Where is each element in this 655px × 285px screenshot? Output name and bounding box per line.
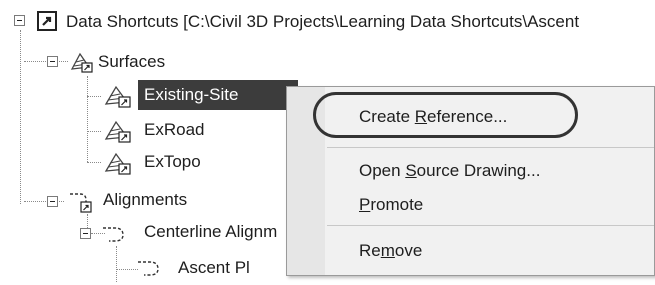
tree-item-existing-site[interactable]: Existing-Site	[144, 85, 238, 105]
tree-item-alignments[interactable]: Alignments	[103, 190, 187, 210]
surface-shortcut-icon	[103, 84, 135, 113]
tree-guide	[116, 246, 117, 282]
alignment-icon	[136, 256, 168, 285]
menu-item-remove[interactable]: Remove	[359, 241, 422, 261]
highlight-ring	[313, 92, 578, 138]
tree-guide	[87, 131, 101, 132]
menu-separator	[327, 225, 654, 226]
tree-item-surfaces[interactable]: Surfaces	[98, 52, 165, 72]
tree-guide	[24, 201, 64, 202]
tree-guide	[87, 162, 101, 163]
surface-shortcut-icon	[103, 151, 135, 180]
tree-item-centerline-alignments[interactable]: Centerline Alignm	[144, 222, 277, 242]
collapse-toggle[interactable]	[47, 196, 58, 207]
collapse-toggle[interactable]	[80, 228, 91, 239]
menu-item-promote[interactable]: Promote	[359, 195, 423, 215]
tree-guide	[24, 61, 68, 62]
collapse-toggle[interactable]	[14, 15, 25, 26]
data-shortcuts-root-icon	[37, 11, 57, 36]
tree-item-data-shortcuts[interactable]: Data Shortcuts [C:\Civil 3D Projects\Lea…	[66, 12, 579, 32]
surface-shortcut-icon	[70, 51, 94, 78]
alignment-icon	[101, 222, 133, 251]
tree-guide	[20, 30, 21, 204]
menu-item-open-source-drawing[interactable]: Open Source Drawing...	[359, 161, 540, 181]
tree-item-ascent-pl[interactable]: Ascent Pl	[178, 258, 250, 278]
surface-shortcut-icon	[103, 119, 135, 148]
tree-guide	[87, 76, 88, 162]
menu-separator	[327, 147, 654, 148]
tree-guide	[87, 96, 101, 97]
alignment-shortcut-icon	[68, 188, 100, 219]
tree-item-exroad[interactable]: ExRoad	[144, 120, 204, 140]
collapse-toggle[interactable]	[47, 56, 58, 67]
tree-item-extopo[interactable]: ExTopo	[144, 152, 201, 172]
tree-guide	[116, 269, 138, 270]
